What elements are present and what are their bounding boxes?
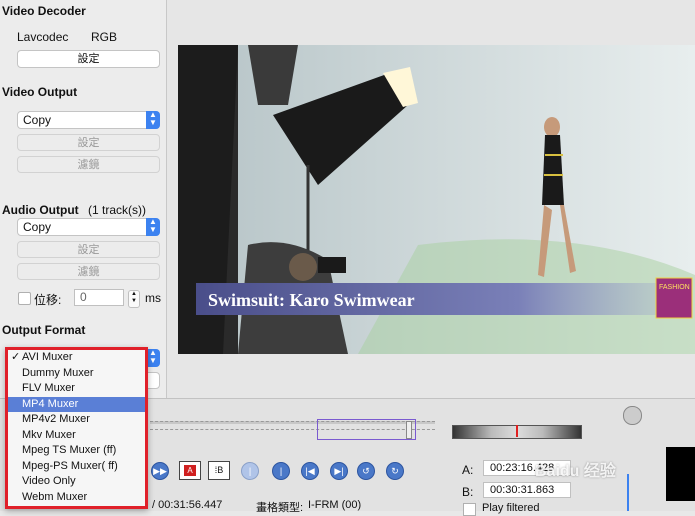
timeline-cursor[interactable] [406,421,412,439]
marker-b-time[interactable]: 00:30:31.863 [483,482,571,498]
audio-output-config-button[interactable]: 設定 [17,241,160,258]
output-format-option-label: Mpeg-PS Muxer( ff) [22,459,118,472]
next-black-icon[interactable]: | [272,462,290,480]
selection-range[interactable] [317,419,416,440]
output-format-option[interactable]: Dummy Muxer [8,366,145,382]
output-format-option[interactable]: FLV Muxer [8,381,145,397]
shift-input[interactable]: 0 [74,289,124,306]
duration-label: / 00:31:56.447 [152,499,223,511]
decoder-codec-label: Lavcodec [17,30,69,44]
output-format-option-label: Dummy Muxer [22,366,94,379]
shift-label: 位移: [34,293,62,307]
video-caption-text: Swimsuit: Karo Swimwear [208,290,415,310]
shift-unit-label: ms [145,291,161,305]
audio-output-heading: Audio Output [2,203,79,217]
shift-stepper[interactable]: ▲ ▼ [128,290,140,308]
output-format-option[interactable]: MP4v2 Muxer [8,412,145,428]
marker-b-label: B: [462,485,474,499]
output-format-option[interactable]: Webm Muxer [8,490,145,506]
frame-type-label: 畫格類型: [256,502,304,514]
output-format-option[interactable]: MP4 Muxer [8,396,145,412]
select-arrows-icon: ▲ ▼ [146,349,160,367]
left-settings-panel: Video Decoder Lavcodec RGB 設定 Video Outp… [0,0,167,398]
output-format-option-label: MP4v2 Muxer [22,413,90,425]
checkmark-icon: ✓ [11,351,21,363]
output-format-option[interactable]: Mpeg-PS Muxer( ff) [8,459,145,475]
output-format-option-label: Mpeg TS Muxer (ff) [22,444,117,456]
set-marker-a-button[interactable]: A [179,461,201,480]
output-format-option-label: FLV Muxer [22,382,75,394]
output-format-option-label: Video Only [22,475,76,487]
rewind-60-icon[interactable]: ↺ [357,462,375,480]
marker-a-label: A: [462,463,474,477]
audio-tracks-label: (1 track(s)) [88,203,146,217]
watermark: Baidu 经验 [535,463,616,480]
audio-output-codec-value: Copy [23,220,52,234]
output-format-option-label: Mkv Muxer [22,428,76,441]
goto-marker-b-icon[interactable]: ▶| [330,462,348,480]
output-format-dropdown[interactable]: ✓ AVI Muxer Dummy Muxer FLV Muxer MP4 Muxer M… [5,347,148,509]
decoder-colorspace-label: RGB [91,30,118,44]
output-format-option[interactable]: Video Only [8,474,145,490]
previous-black-icon[interactable]: | [241,462,259,480]
output-format-option[interactable]: Mkv Muxer [8,428,145,444]
volume-knob-icon[interactable] [623,406,642,425]
audio-meter [666,447,695,501]
output-format-heading: Output Format [2,323,86,337]
output-format-option-label: Webm Muxer [22,490,88,503]
video-output-heading: Video Output [2,85,78,99]
forward-60-icon[interactable]: ↻ [386,462,404,480]
goto-marker-a-icon[interactable]: |◀ [301,462,319,480]
video-decoder-heading: Video Decoder [2,4,86,18]
output-format-option[interactable]: Mpeg TS Muxer (ff) [8,443,145,459]
play-filtered-label: Play filtered [482,502,540,514]
next-frame-icon[interactable]: ▶▶ [151,462,169,480]
video-output-config-button[interactable]: 設定 [17,134,160,151]
volume-level [627,474,629,511]
output-format-option-label: MP4 Muxer [22,397,79,410]
video-frame-image: Swimsuit: Karo Swimwear FASHION [178,45,695,354]
set-marker-b-button[interactable]: ⁞B [208,461,230,480]
output-format-option-label: AVI Muxer [22,351,73,363]
video-output-filter-button[interactable]: 濾鏡 [17,156,160,173]
audio-output-codec-select[interactable]: Copy ▲ ▼ [17,218,160,236]
video-preview: Swimsuit: Karo Swimwear FASHION [178,45,695,354]
video-output-codec-value: Copy [23,113,52,127]
video-output-codec-select[interactable]: Copy ▲ ▼ [17,111,160,129]
select-arrows-icon: ▲ ▼ [146,218,160,236]
decoder-config-button[interactable]: 設定 [17,50,160,68]
jog-shuttle-marker [516,425,518,437]
frame-type-value: I-FRM (00) [308,499,362,511]
select-arrows-icon: ▲ ▼ [146,111,160,129]
output-format-option[interactable]: ✓ AVI Muxer [8,350,145,366]
shift-checkbox[interactable] [18,292,31,305]
video-badge-text: FASHION [659,284,690,291]
audio-output-filter-button[interactable]: 濾鏡 [17,263,160,280]
